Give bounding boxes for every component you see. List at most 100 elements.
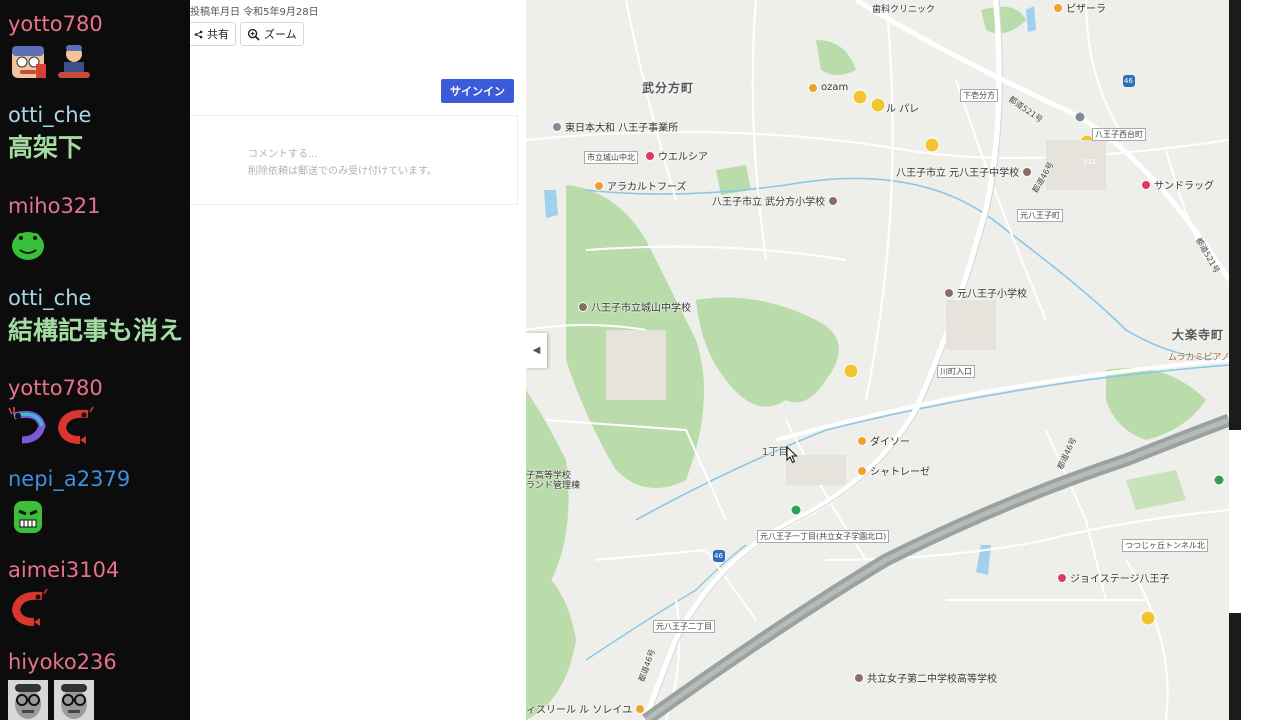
map-place[interactable]: ダイソー	[857, 433, 910, 448]
right-edge-strip	[1229, 0, 1280, 720]
map-place[interactable]: ピザーラ	[1053, 0, 1106, 15]
comment-box[interactable]: コメントする... 削除依頼は郵送でのみ受け付けています。	[190, 115, 518, 205]
article-page: 投稿年月日 令和5年9月28日 共有 ズーム サインイン コメントする... 削…	[190, 0, 526, 720]
shop-pin-icon	[857, 435, 867, 446]
map-stop-sign[interactable]: つつじヶ丘トンネル北	[1122, 539, 1208, 552]
food-pin-icon	[808, 82, 818, 93]
map-place[interactable]: サンドラッグ	[1141, 177, 1214, 192]
route-shield-number: 521	[1083, 158, 1097, 166]
green-transit-pin	[1213, 474, 1225, 486]
map-area-label: 大楽寺町	[1172, 328, 1225, 342]
map-view[interactable]: 武分方町 大楽寺町 東日本大和 八王子事業所 市立城山中北 ウエルシア アラカル…	[526, 0, 1229, 720]
map-place[interactable]: 八王子市立 元八王子中学校	[896, 164, 1033, 179]
map-place[interactable]: 八王子市立城山中学校	[578, 299, 691, 314]
chat-message: nepi_a2379	[8, 467, 190, 537]
zoom-label: ズーム	[264, 28, 297, 41]
chat-text: 高架下	[8, 133, 84, 162]
route-shield-number: 46	[714, 552, 723, 560]
ojisan-seated-emote	[58, 45, 90, 78]
school-pin-icon	[828, 195, 839, 206]
share-label: 共有	[207, 28, 229, 41]
school-pin-icon	[1022, 166, 1033, 177]
map-place[interactable]: 元八王子小学校	[944, 285, 1027, 300]
road-toshiro-521	[854, 0, 1229, 282]
chat-message: otti_che 高架下	[8, 103, 190, 163]
food-pin-icon	[635, 703, 646, 714]
chat-overlay: yotto780 otti_che 高架下 miho321 otti_che 結…	[0, 0, 190, 720]
map-stop-sign[interactable]: 下壱分方	[960, 89, 998, 102]
mouse-cursor-icon	[786, 446, 798, 464]
yellow-cluster-marker	[852, 89, 868, 105]
green-transit-pin	[790, 504, 802, 516]
map-place[interactable]: アラカルトフーズ	[594, 178, 687, 193]
glasses-man-photo-emote	[54, 680, 94, 720]
red-shrimp-emote	[11, 588, 48, 626]
park-area	[696, 297, 839, 407]
map-place[interactable]: ジョイステージ八王子	[1057, 570, 1170, 585]
chat-username: nepi_a2379	[8, 467, 131, 491]
green-frog-emote	[12, 232, 44, 260]
route-shield-number: 46	[1124, 77, 1133, 85]
chat-message: miho321	[8, 194, 190, 264]
chat-text: 結構記事も消え	[8, 316, 184, 345]
map-canvas[interactable]	[526, 0, 1229, 720]
signin-button[interactable]: サインイン	[441, 79, 514, 103]
comment-note: 削除依頼は郵送でのみ受け付けています。	[248, 166, 437, 177]
place-pin-icon	[552, 121, 562, 132]
colorful-shrimp-emote	[8, 407, 46, 444]
yellow-cluster-marker	[1140, 610, 1156, 626]
red-shrimp-emote	[57, 406, 94, 444]
map-place[interactable]: ムラカミピアノサー	[1168, 350, 1229, 363]
pond	[544, 190, 558, 218]
comment-placeholder: コメントする...	[248, 149, 318, 160]
shopping-pin-icon	[645, 150, 655, 161]
map-stop-sign[interactable]: 元八王子一丁目(共立女子学園北口)	[757, 530, 890, 543]
block-label: 1丁目	[762, 447, 789, 458]
river	[585, 544, 747, 661]
green-angry-face-emote	[14, 501, 42, 533]
share-icon	[194, 30, 203, 38]
map-place[interactable]: ウエルシア	[645, 148, 708, 163]
pond	[1026, 6, 1036, 32]
shopping-pin-icon	[1141, 179, 1151, 190]
map-place[interactable]: 共立女子第二中学校高等学校	[854, 670, 997, 685]
shopping-pin-icon	[1057, 572, 1067, 583]
collapse-panel-button[interactable]: ◀	[526, 333, 547, 368]
map-place[interactable]: シャトレーゼ	[857, 463, 930, 478]
chat-username: miho321	[8, 194, 101, 218]
map-place[interactable]: 東日本大和 八王子事業所	[552, 119, 678, 134]
map-stop-sign[interactable]: 元八王子二丁目	[653, 620, 715, 633]
map-place[interactable]: ozam	[808, 82, 848, 93]
chat-message: hiyoko236	[8, 650, 190, 720]
zoom-button[interactable]: ズーム	[240, 22, 304, 46]
yellow-cluster-marker	[924, 137, 940, 153]
school-pin-icon	[854, 672, 864, 683]
share-button[interactable]: 共有	[190, 22, 236, 46]
chat-message: yotto780	[8, 376, 190, 446]
map-place[interactable]: 八王子市立 武分方小学校	[712, 193, 839, 208]
yellow-cluster-marker	[870, 97, 886, 113]
map-place[interactable]: 歯科クリニック	[872, 2, 935, 15]
park-area	[981, 6, 1026, 34]
edge-shadow	[1229, 613, 1241, 720]
map-place[interactable]: ル パレ	[886, 100, 919, 115]
map-place[interactable]: ランド管理棟	[526, 478, 580, 491]
chat-username: otti_che	[8, 103, 92, 127]
yellow-cluster-marker	[843, 363, 859, 379]
edge-shadow	[1229, 0, 1241, 430]
chat-message: aimei3104	[8, 558, 190, 628]
chat-message: yotto780	[8, 12, 190, 82]
map-stop-sign[interactable]: 市立城山中北	[584, 151, 638, 164]
food-pin-icon	[1053, 2, 1063, 13]
map-stop-sign[interactable]: 八王子西台町	[1092, 128, 1146, 141]
map-stop-sign[interactable]: 元八王子町	[1017, 209, 1063, 222]
chat-message: otti_che 結構記事も消え	[8, 286, 190, 346]
chat-username: yotto780	[8, 12, 103, 36]
shop-pin-icon	[857, 465, 867, 476]
zoom-in-icon	[247, 28, 260, 41]
gray-place-pin	[1074, 111, 1086, 123]
post-date: 投稿年月日 令和5年9月28日	[190, 7, 319, 18]
map-place[interactable]: ィスリール ル ソレイユ	[526, 701, 646, 716]
map-area-label: 武分方町	[642, 81, 695, 95]
map-stop-sign[interactable]: 川町入口	[937, 365, 975, 378]
